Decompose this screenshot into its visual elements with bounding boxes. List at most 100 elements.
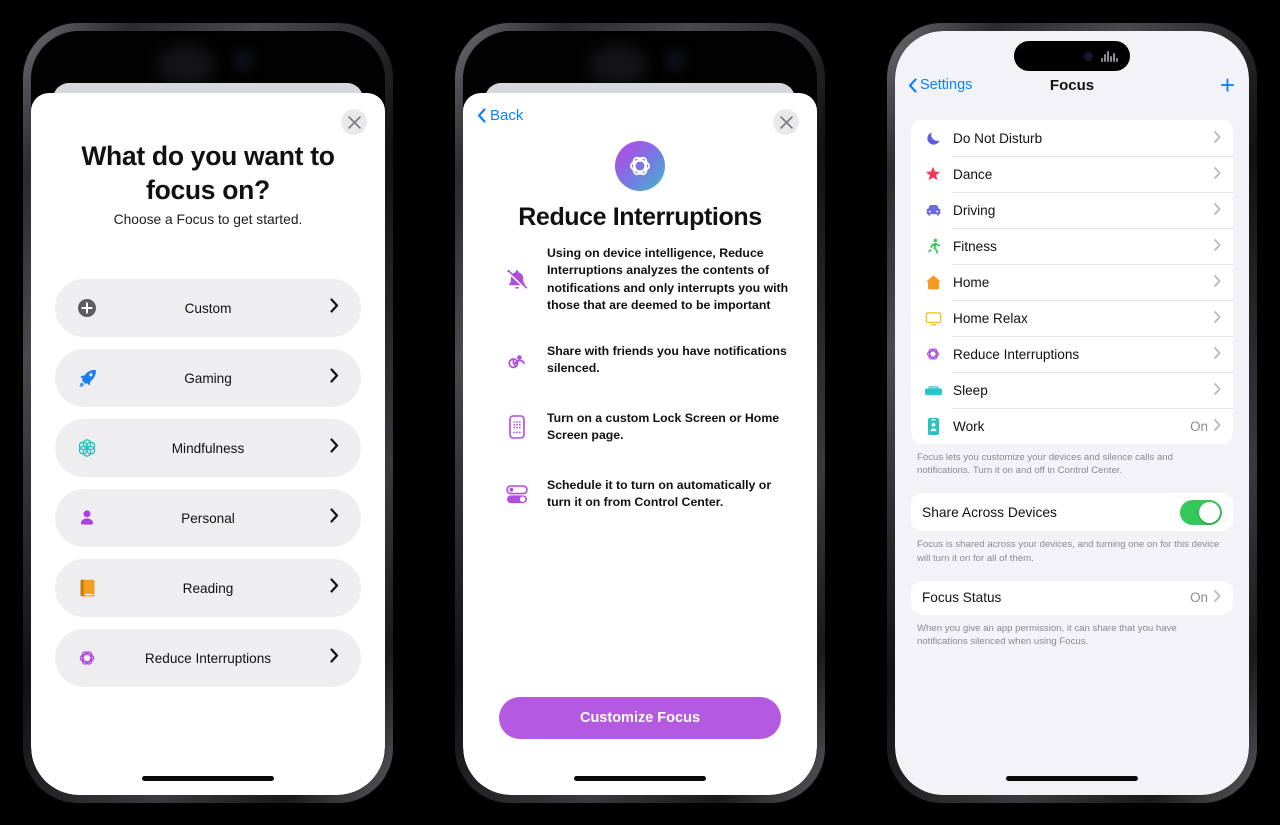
chevron-right-icon	[1214, 418, 1221, 434]
bed-icon	[922, 379, 944, 401]
focus-status-group: Focus Status On	[911, 580, 1233, 615]
share-person-icon	[503, 344, 531, 376]
focus-list-group: Do Not Disturb Dance Driving Fitness Hom…	[911, 120, 1233, 444]
focus-option-custom[interactable]: Custom	[55, 279, 361, 337]
page-subtitle: Choose a Focus to get started.	[113, 212, 303, 227]
chevron-right-icon	[1214, 166, 1221, 182]
feature-text: Schedule it to turn on automatically or …	[547, 477, 772, 510]
settings-row-dance[interactable]: Dance	[911, 156, 1233, 192]
home-indicator[interactable]	[142, 776, 274, 781]
camera-lens-2	[667, 53, 683, 69]
feature-item: Turn on a custom Lock Screen or Home Scr…	[503, 410, 791, 445]
feature-text: Turn on a custom Lock Screen or Home Scr…	[547, 410, 780, 443]
chevron-right-icon	[1214, 590, 1221, 605]
close-icon[interactable]	[773, 109, 799, 135]
phone-3-frame: Settings Focus + Do Not Disturb Dance Dr…	[886, 22, 1258, 804]
settings-row-label: Dance	[953, 166, 993, 182]
display-icon	[922, 307, 944, 329]
settings-row-home[interactable]: Home	[911, 264, 1233, 300]
settings-row-label: Home Relax	[953, 310, 1028, 326]
share-across-devices-footnote: Focus is shared across your devices, and…	[917, 539, 1220, 564]
camera-blur-2	[589, 45, 647, 85]
chevron-right-icon	[1214, 238, 1221, 254]
focus-option-mindfulness[interactable]: Mindfulness	[55, 419, 361, 477]
settings-row-focus-status[interactable]: Focus Status On	[911, 581, 1233, 615]
close-icon[interactable]	[341, 109, 367, 135]
settings-row-do-not-disturb[interactable]: Do Not Disturb	[911, 120, 1233, 156]
feature-text: Using on device intelligence, Reduce Int…	[547, 246, 789, 313]
focus-option-label: Gaming	[184, 370, 232, 386]
back-button-label: Back	[490, 107, 524, 124]
screenshot-stage: What do you want to focus on? Choose a F…	[0, 0, 1280, 825]
lock-screen-icon	[503, 411, 531, 443]
chevron-right-icon	[330, 298, 339, 318]
share-across-devices-group: Share Across Devices	[911, 493, 1233, 532]
front-camera-icon	[1084, 51, 1094, 61]
settings-row-label: Fitness	[953, 238, 997, 254]
reduce-interruptions-icon	[75, 646, 99, 670]
add-focus-button[interactable]: +	[1220, 72, 1235, 98]
rocket-icon	[75, 366, 99, 390]
home-indicator[interactable]	[574, 776, 706, 781]
focus-option-label: Reading	[182, 580, 234, 596]
focus-list-footnote: Focus lets you customize your devices an…	[917, 452, 1173, 477]
settings-row-value: On	[1190, 418, 1208, 434]
focus-option-gaming[interactable]: Gaming	[55, 349, 361, 407]
settings-row-label: Driving	[953, 202, 996, 218]
feature-item: Schedule it to turn on automatically or …	[503, 477, 791, 512]
toggles-icon	[503, 478, 531, 510]
plus-circle-icon	[75, 296, 99, 320]
phone-3-screen: Settings Focus + Do Not Disturb Dance Dr…	[895, 31, 1249, 795]
chevron-right-icon	[330, 368, 339, 388]
chevron-right-icon	[1214, 274, 1221, 290]
settings-row-home-relax[interactable]: Home Relax	[911, 300, 1233, 336]
chevron-right-icon	[1214, 202, 1221, 218]
customize-focus-button[interactable]: Customize Focus	[499, 697, 781, 739]
phone-1-inner: What do you want to focus on? Choose a F…	[31, 31, 385, 795]
settings-row-sleep[interactable]: Sleep	[911, 372, 1233, 408]
feature-item: Share with friends you have notification…	[503, 343, 791, 378]
bell-slash-icon	[503, 264, 531, 296]
share-across-devices-toggle[interactable]	[1180, 499, 1222, 525]
chevron-right-icon	[1214, 382, 1221, 398]
settings-row-label: Sleep	[953, 382, 988, 398]
share-across-devices-row[interactable]: Share Across Devices	[911, 493, 1233, 531]
settings-row-work[interactable]: Work On	[911, 408, 1233, 444]
camera-lens-1	[235, 53, 251, 69]
settings-back-button[interactable]: Settings	[908, 77, 972, 93]
chevron-right-icon	[330, 578, 339, 598]
chevron-right-icon	[330, 508, 339, 528]
settings-row-reduce-interruptions[interactable]: Reduce Interruptions	[911, 336, 1233, 372]
moon-icon	[922, 127, 944, 149]
focus-status-value: On	[1190, 590, 1208, 606]
focus-option-label: Custom	[184, 300, 232, 316]
chevron-right-icon	[1214, 310, 1221, 326]
feature-item: Using on device intelligence, Reduce Int…	[503, 245, 791, 315]
person-icon	[75, 506, 99, 530]
focus-option-label: Personal	[181, 510, 235, 526]
settings-row-label: Reduce Interruptions	[953, 346, 1080, 362]
running-person-icon	[922, 235, 944, 257]
navigation-bar: Settings Focus +	[895, 68, 1249, 102]
book-icon	[75, 576, 99, 600]
chevron-right-icon	[330, 438, 339, 458]
focus-option-reduce-interruptions[interactable]: Reduce Interruptions	[55, 629, 361, 687]
settings-row-driving[interactable]: Driving	[911, 192, 1233, 228]
phone-2-inner: Back Reduce Interruptions Using on devic…	[463, 31, 817, 795]
home-indicator[interactable]	[1006, 776, 1138, 781]
focus-option-personal[interactable]: Personal	[55, 489, 361, 547]
reduce-interruptions-gradient-icon	[615, 141, 665, 191]
reduce-interruptions-sheet: Back Reduce Interruptions Using on devic…	[463, 93, 817, 795]
camera-blur-1	[157, 45, 215, 85]
phone-1-screen: What do you want to focus on? Choose a F…	[31, 31, 385, 795]
mindfulness-flower-icon	[75, 436, 99, 460]
focus-option-label: Reduce Interruptions	[144, 650, 272, 666]
settings-row-label: Do Not Disturb	[953, 130, 1043, 146]
focus-option-reading[interactable]: Reading	[55, 559, 361, 617]
feature-list: Using on device intelligence, Reduce Int…	[503, 245, 791, 512]
page-title: What do you want to focus on?	[81, 141, 335, 206]
settings-row-fitness[interactable]: Fitness	[911, 228, 1233, 264]
back-button[interactable]: Back	[477, 107, 523, 124]
phone-3-inner: Settings Focus + Do Not Disturb Dance Dr…	[895, 31, 1249, 795]
focus-picker-sheet: What do you want to focus on? Choose a F…	[31, 93, 385, 795]
